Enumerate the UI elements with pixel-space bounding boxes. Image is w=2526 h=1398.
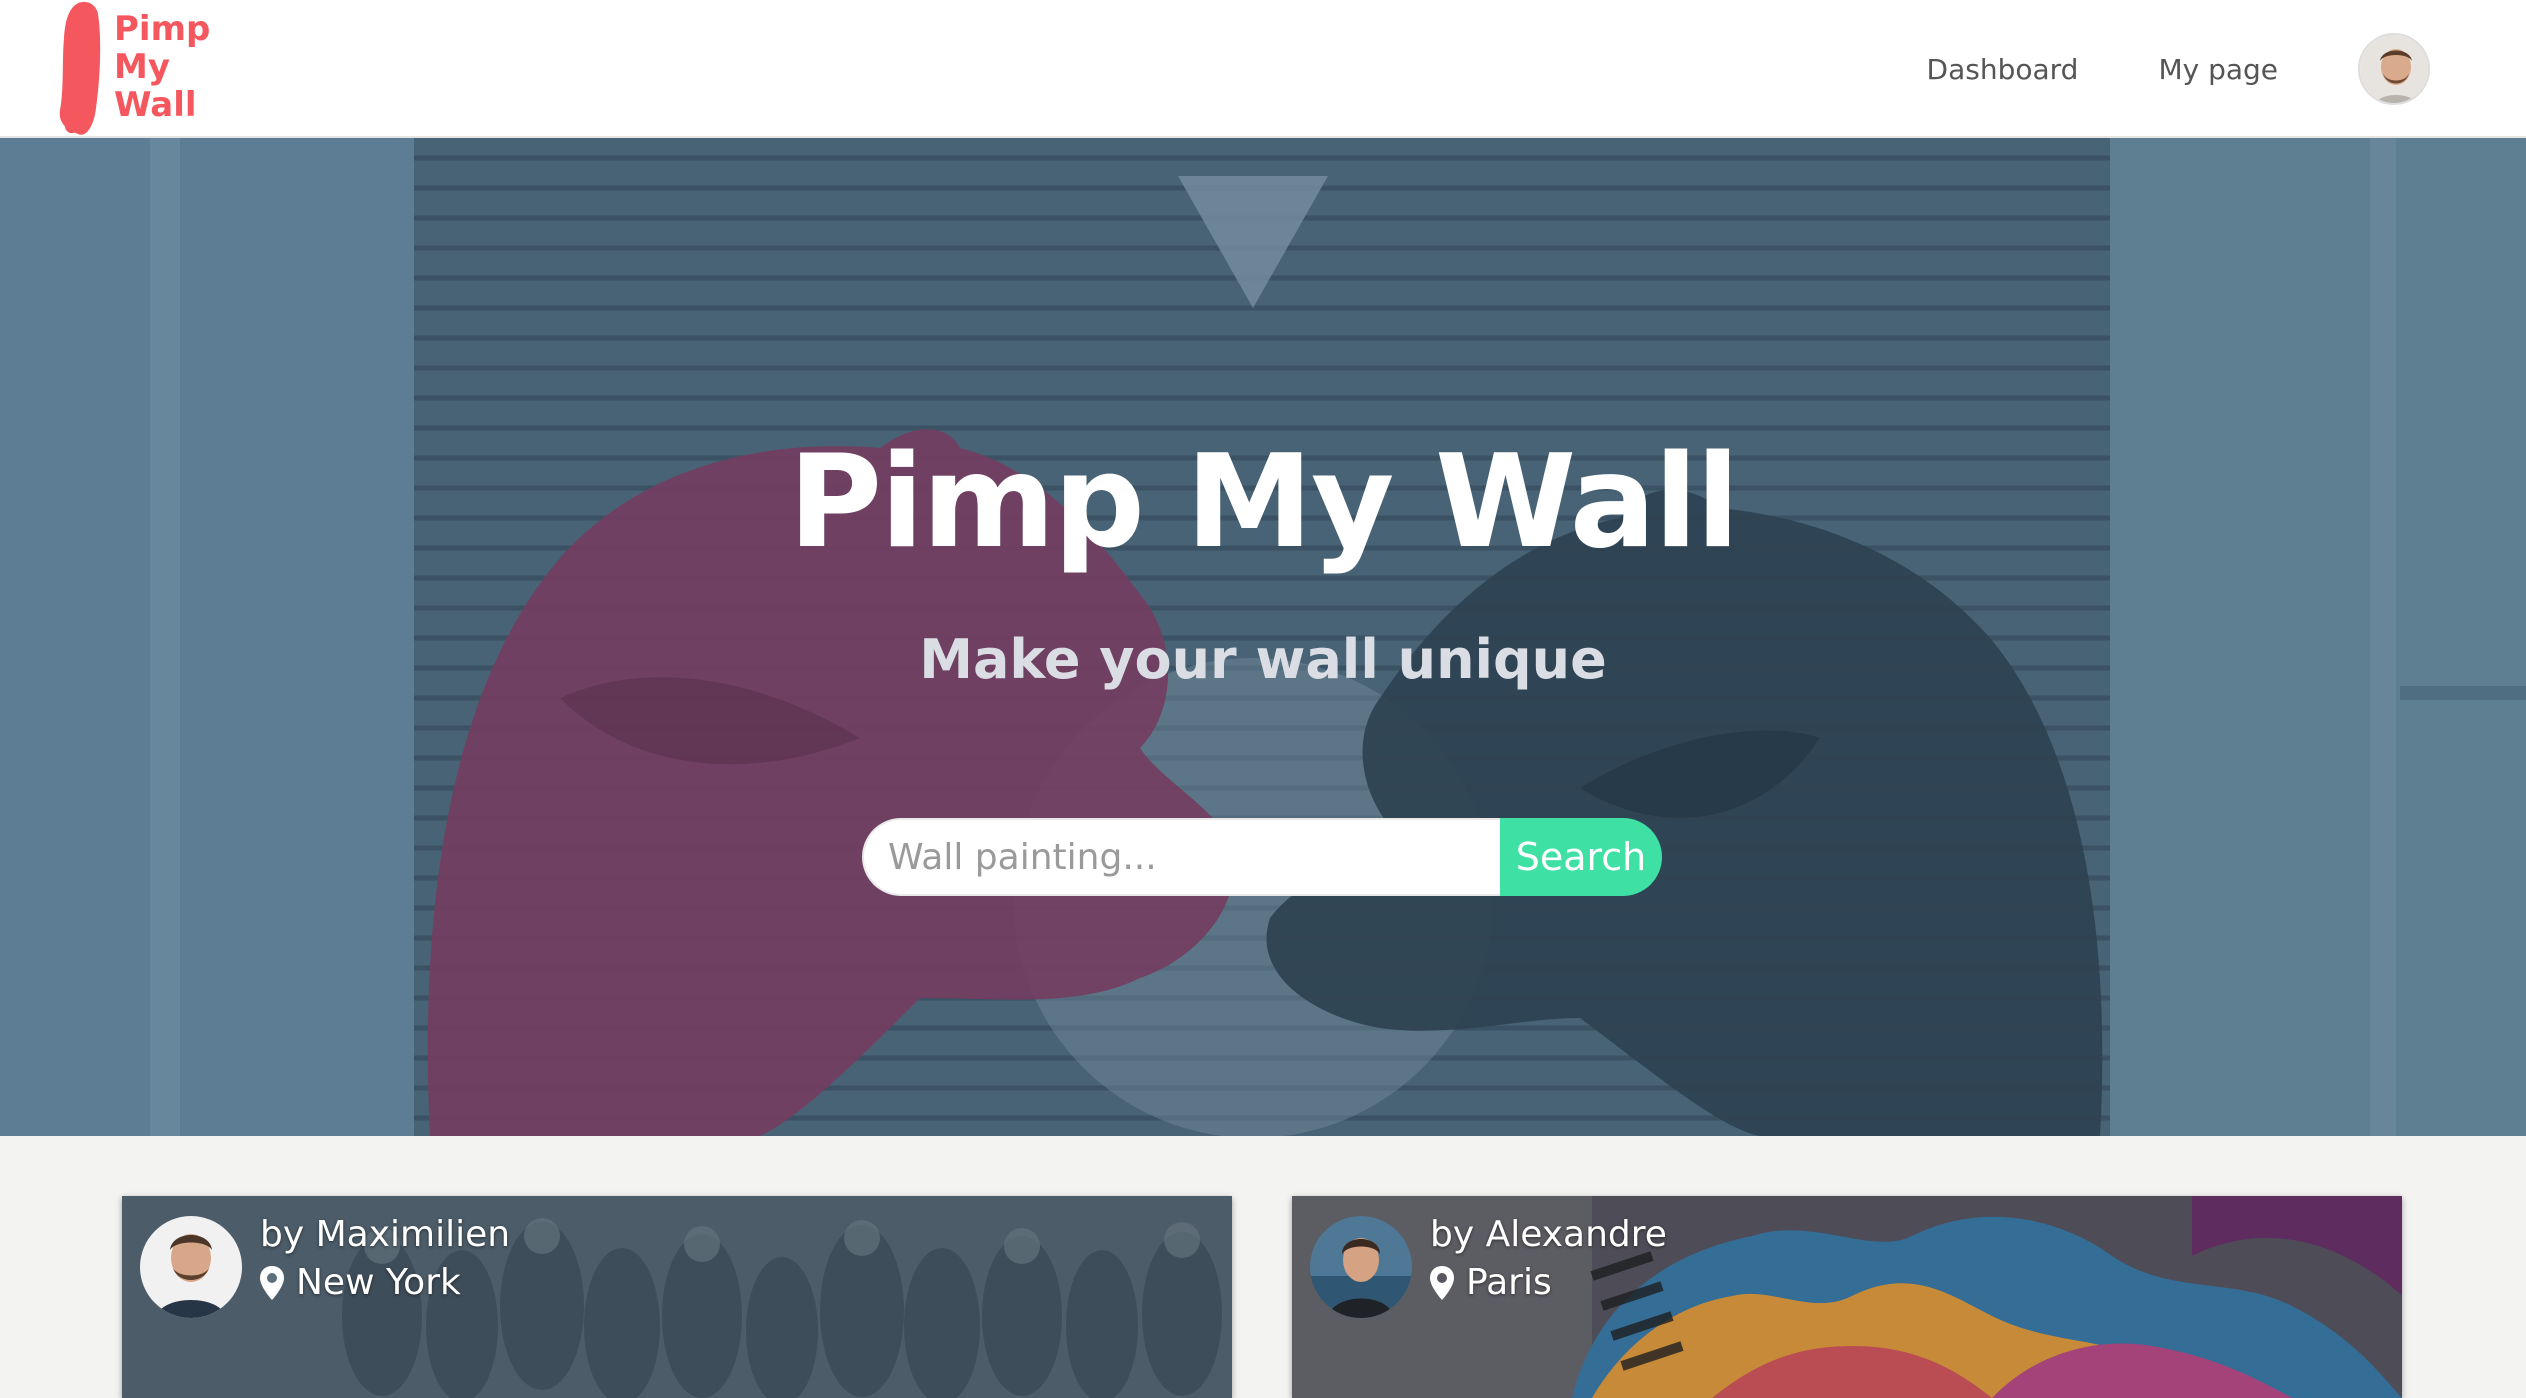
author-avatar[interactable] [1310, 1216, 1412, 1318]
nav-links: Dashboard My page [1927, 0, 2430, 138]
logo-line-1: Pimp [114, 9, 211, 49]
wall-card[interactable]: by Alexandre Paris [1292, 1196, 2402, 1398]
card-author: by Alexandre [1430, 1214, 1667, 1255]
search-bar: Search [862, 818, 1662, 896]
search-input[interactable] [862, 818, 1500, 896]
author-avatar[interactable] [140, 1216, 242, 1318]
search-button[interactable]: Search [1500, 818, 1662, 896]
logo-line-3: Wall [114, 85, 197, 125]
card-author: by Maximilien [260, 1214, 511, 1255]
card-location-label: Paris [1466, 1262, 1552, 1303]
hero-subtitle: Make your wall unique [919, 628, 1607, 691]
nav-dashboard-link[interactable]: Dashboard [1927, 53, 2079, 86]
logo[interactable]: Pimp My Wall [56, 0, 216, 138]
card-location: Paris [1430, 1262, 1552, 1303]
card-location-label: New York [296, 1262, 461, 1303]
author-avatar-icon [1310, 1216, 1412, 1318]
hero-banner: Pimp My Wall Make your wall unique Searc… [0, 138, 2526, 1136]
hero-title: Pimp My Wall [788, 428, 1739, 577]
map-pin-icon [1430, 1265, 1454, 1300]
logo-text: Pimp My Wall [114, 10, 210, 124]
nav-my-page-link[interactable]: My page [2158, 53, 2278, 86]
author-avatar-icon [140, 1216, 242, 1318]
map-pin-icon [260, 1265, 284, 1300]
user-avatar-icon [2360, 35, 2428, 103]
card-location: New York [260, 1262, 461, 1303]
logo-line-2: My [114, 47, 170, 87]
navbar: Pimp My Wall Dashboard My page [0, 0, 2526, 138]
wall-card[interactable]: by Maximilien New York [122, 1196, 1232, 1398]
paint-brush-stroke-icon [59, 1, 101, 135]
user-avatar[interactable] [2358, 33, 2430, 105]
